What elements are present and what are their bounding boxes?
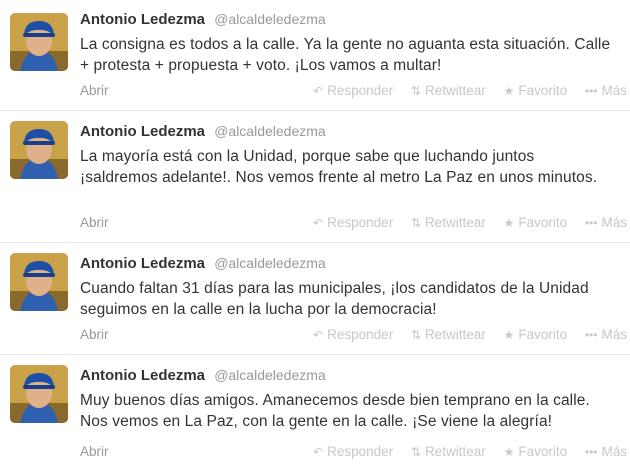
author-name[interactable]: Antonio Ledezma (80, 255, 205, 272)
retweet-label: Retwittear (425, 215, 486, 230)
reply-button[interactable]: ↶ Responder (313, 326, 393, 344)
tweet-text: Muy buenos días amigos. Amanecemos desde… (80, 392, 590, 430)
reply-button[interactable]: ↶ Responder (313, 82, 393, 100)
tweet-item[interactable]: Antonio Ledezma @alcaldeledezma La mayor… (0, 111, 630, 243)
more-button[interactable]: ••• Más (585, 443, 627, 461)
reply-icon: ↶ (313, 328, 324, 342)
reply-icon: ↶ (313, 216, 324, 230)
reply-label: Responder (327, 83, 394, 98)
more-label: Más (601, 83, 627, 98)
star-icon: ★ (503, 445, 515, 459)
favorite-button[interactable]: ★ Favorito (504, 443, 568, 461)
retweet-icon: ⇅ (410, 216, 422, 230)
avatar[interactable] (10, 253, 68, 311)
more-label: Más (601, 215, 627, 230)
tweet-item[interactable]: Antonio Ledezma @alcaldeledezma Cuando f… (0, 243, 630, 355)
tweet-item[interactable]: Antonio Ledezma @alcaldeledezma Muy buen… (0, 355, 630, 471)
favorite-label: Favorito (518, 327, 568, 342)
reply-label: Responder (327, 215, 394, 230)
open-link[interactable]: Abrir (80, 443, 109, 461)
reply-label: Responder (327, 444, 394, 459)
author-handle[interactable]: @alcaldeledezma (214, 123, 326, 139)
avatar[interactable] (10, 121, 68, 179)
retweet-button[interactable]: ⇅ Retwittear (411, 82, 486, 100)
more-dots-icon: ••• (584, 328, 598, 342)
more-button[interactable]: ••• Más (585, 82, 627, 100)
avatar[interactable] (10, 365, 68, 423)
tweet-text: La mayoría está con la Unidad, porque sa… (80, 148, 598, 186)
open-link[interactable]: Abrir (80, 82, 109, 100)
more-dots-icon: ••• (584, 216, 598, 230)
author-handle[interactable]: @alcaldeledezma (214, 11, 326, 27)
author-name[interactable]: Antonio Ledezma (80, 11, 205, 28)
reply-button[interactable]: ↶ Responder (313, 214, 393, 232)
favorite-label: Favorito (518, 83, 568, 98)
favorite-button[interactable]: ★ Favorito (504, 326, 568, 344)
retweet-icon: ⇅ (410, 445, 422, 459)
more-button[interactable]: ••• Más (585, 214, 627, 232)
favorite-label: Favorito (518, 215, 568, 230)
more-label: Más (601, 444, 627, 459)
open-link[interactable]: Abrir (80, 326, 109, 344)
author-handle[interactable]: @alcaldeledezma (214, 255, 326, 271)
retweet-label: Retwittear (425, 444, 486, 459)
more-dots-icon: ••• (584, 84, 598, 98)
reply-icon: ↶ (313, 84, 324, 98)
reply-icon: ↶ (313, 445, 324, 459)
tweet-text: Cuando faltan 31 días para las municipal… (80, 280, 589, 318)
star-icon: ★ (503, 216, 515, 230)
open-link[interactable]: Abrir (80, 214, 109, 232)
retweet-label: Retwittear (425, 327, 486, 342)
retweet-button[interactable]: ⇅ Retwittear (411, 443, 486, 461)
retweet-label: Retwittear (425, 83, 486, 98)
more-label: Más (601, 327, 627, 342)
retweet-icon: ⇅ (410, 84, 422, 98)
more-dots-icon: ••• (584, 445, 598, 459)
author-name[interactable]: Antonio Ledezma (80, 123, 205, 140)
retweet-icon: ⇅ (410, 328, 422, 342)
author-name[interactable]: Antonio Ledezma (80, 367, 205, 384)
retweet-button[interactable]: ⇅ Retwittear (411, 326, 486, 344)
tweet-item[interactable]: Antonio Ledezma @alcaldeledezma La consi… (0, 0, 630, 111)
favorite-button[interactable]: ★ Favorito (504, 214, 568, 232)
star-icon: ★ (503, 84, 515, 98)
retweet-button[interactable]: ⇅ Retwittear (411, 214, 486, 232)
tweet-text: La consigna es todos a la calle. Ya la g… (80, 36, 611, 74)
author-handle[interactable]: @alcaldeledezma (214, 367, 326, 383)
avatar[interactable] (10, 13, 68, 71)
reply-label: Responder (327, 327, 394, 342)
more-button[interactable]: ••• Más (585, 326, 627, 344)
favorite-button[interactable]: ★ Favorito (504, 82, 568, 100)
reply-button[interactable]: ↶ Responder (313, 443, 393, 461)
favorite-label: Favorito (518, 444, 568, 459)
star-icon: ★ (503, 328, 515, 342)
tweet-timeline: Antonio Ledezma @alcaldeledezma La consi… (0, 0, 630, 471)
